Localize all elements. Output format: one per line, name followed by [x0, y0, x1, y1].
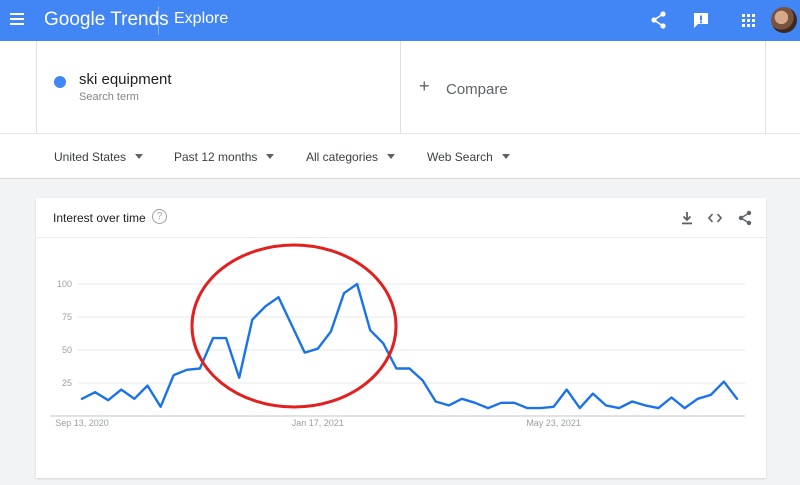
- category-dropdown[interactable]: All categories: [306, 150, 396, 164]
- period-dropdown[interactable]: Past 12 months: [174, 150, 275, 164]
- search-term-card[interactable]: ski equipment Search term: [36, 41, 401, 133]
- region-value: United States: [54, 150, 127, 164]
- chevron-down-icon: [501, 154, 510, 159]
- period-value: Past 12 months: [174, 150, 258, 164]
- feedback-icon[interactable]: [689, 8, 713, 32]
- compare-button[interactable]: + Compare: [401, 41, 766, 133]
- embed-icon[interactable]: [706, 209, 724, 227]
- card-divider: [36, 237, 766, 238]
- property-value: Web Search: [427, 150, 493, 164]
- search-term[interactable]: ski equipment: [79, 71, 172, 88]
- filter-bar: United States Past 12 months All categor…: [0, 133, 800, 179]
- interest-over-time-card: Interest over time ?: [36, 198, 766, 478]
- category-value: All categories: [306, 150, 379, 164]
- top-bar: Google Trends Explore: [0, 0, 800, 41]
- avatar[interactable]: [771, 7, 797, 33]
- property-dropdown[interactable]: Web Search: [427, 150, 510, 164]
- search-row: ski equipment Search term + Compare: [0, 41, 800, 133]
- menu-icon[interactable]: [8, 10, 26, 30]
- download-icon[interactable]: [678, 209, 696, 227]
- share-icon[interactable]: [736, 209, 754, 227]
- header-divider: [158, 6, 159, 35]
- plus-icon: +: [419, 76, 430, 96]
- chevron-down-icon: [266, 154, 275, 159]
- search-term-sublabel: Search term: [79, 91, 139, 103]
- logo-google: Google: [44, 9, 106, 30]
- logo[interactable]: Google Trends: [44, 9, 169, 31]
- chevron-down-icon: [387, 154, 396, 159]
- apps-icon[interactable]: [736, 8, 760, 32]
- region-dropdown[interactable]: United States: [54, 150, 144, 164]
- chevron-down-icon: [135, 154, 144, 159]
- term-color-dot: [54, 76, 66, 88]
- share-icon[interactable]: [647, 8, 671, 32]
- logo-trends: Trends: [110, 9, 169, 30]
- help-icon[interactable]: ?: [152, 209, 167, 224]
- compare-label: Compare: [446, 81, 508, 98]
- page-title: Explore: [174, 10, 229, 27]
- card-title: Interest over time: [53, 211, 146, 225]
